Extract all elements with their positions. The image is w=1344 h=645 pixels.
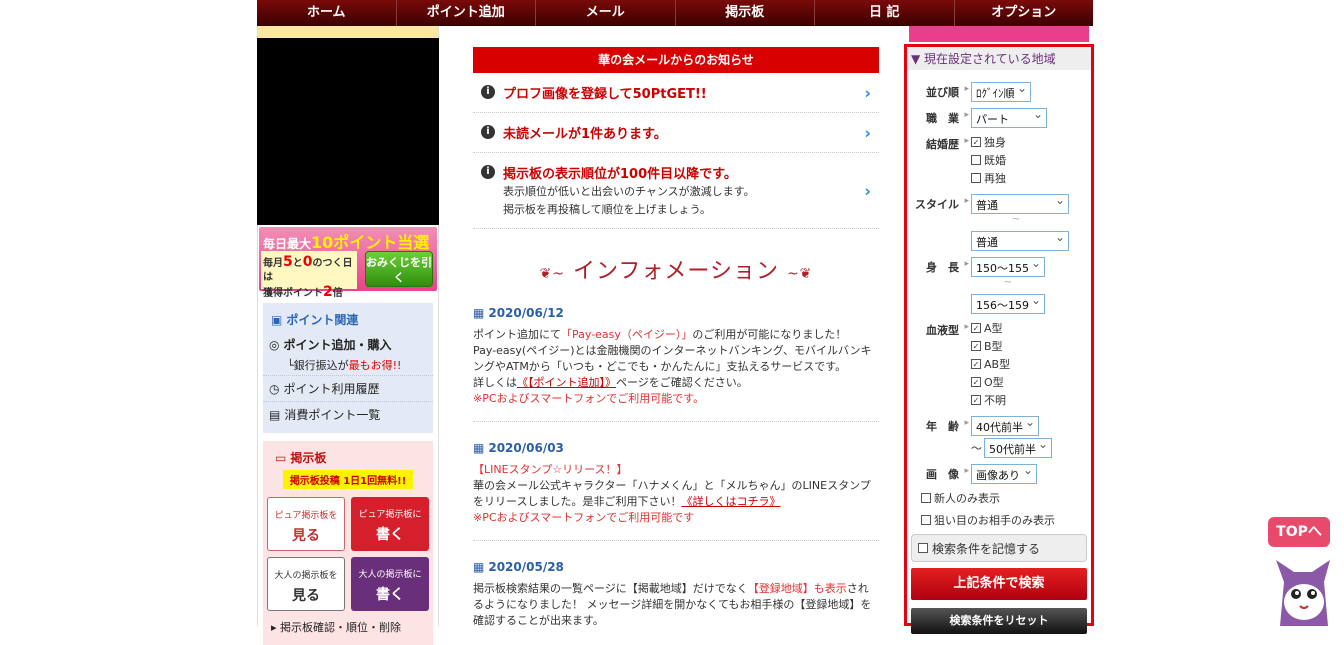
nav-mail[interactable]: メール [535,0,675,26]
blood-ab-checkbox[interactable]: ✓ AB型 [971,356,1010,372]
chevron-right-icon: › [864,83,871,102]
nav-option[interactable]: オプション [953,0,1094,26]
top-nav-bar: ホーム ポイント追加 メール 掲示板 日 記 オプション [0,0,1344,26]
news-item: ▦ 2020/06/12 ポイント追加にて「Pay-easy（ペイジー）」のご利用… [473,305,879,422]
left-sidebar: 毎日最大10ポイント当選 毎月5と0のつく日は 獲得ポイント2倍 おみくじを引く… [257,26,439,645]
bank-transfer-note: └銀行振込が最もお得!! [287,359,402,372]
blood-o-checkbox[interactable]: ✓ O型 [971,374,1010,390]
info-icon: i [481,125,495,139]
banner-headline: 毎日最大10ポイント当選 [263,233,430,252]
board-manage-link[interactable]: ▸ 掲示板確認・順位・削除 [267,615,429,639]
news-date: ▦ 2020/06/12 [473,306,564,320]
list-icon: ▤ [269,407,281,422]
mascot-cat-icon [1276,560,1330,626]
info-icon: i [481,85,495,99]
style-from-select[interactable]: 普通 [971,193,1069,214]
board-panel-title: ▭ 掲示板 [275,450,327,466]
notice-item[interactable]: i プロフ画像を登録して50PtGET!! › [473,73,879,113]
notice-text: 掲示板の表示順位が100件目以降です。 [503,167,737,182]
nav-menu: ホーム ポイント追加 メール 掲示板 日 記 オプション [257,0,1093,26]
sort-row: 並び順 ﾛｸﾞｲﾝ順 [911,81,1087,102]
pure-board-view-button[interactable]: ピュア掲示板を 見る [267,497,345,551]
banner-subtext: 毎月5と0のつく日は 獲得ポイント2倍 [261,251,357,299]
marital-row: 結婚歴 ✓独身 既婚 再独 [911,134,1087,188]
point-add-link[interactable]: 《【ポイント追加】》 [517,376,616,389]
free-post-badge: 掲示板投稿 1日1回無料!! [283,470,413,489]
adult-board-write-button[interactable]: 大人の掲示板に 書く [351,557,429,611]
board-panel: ▭ 掲示板 掲示板投稿 1日1回無料!! ピュア掲示板を 見る ピュア掲示板に 書く … [263,441,433,645]
blood-a-checkbox[interactable]: ✓ A型 [971,320,1010,336]
notice-item[interactable]: i 掲示板の表示順位が100件目以降です。 表示順位が低いと出会いのチャンスが激… [473,153,879,229]
notice-text: 未読メールが1件あります。 [503,127,667,142]
speech-bubble-icon: ▭ [275,450,287,465]
news-date: ▦ 2020/06/03 [473,441,564,455]
news-date: ▦ 2020/05/28 [473,560,564,574]
chevron-right-icon: › [864,181,871,200]
omikuji-button[interactable]: おみくじを引く [365,251,433,287]
omikuji-banner[interactable]: 毎日最大10ポイント当選 毎月5と0のつく日は 獲得ポイント2倍 おみくじを引く [259,227,437,299]
sidebar-top-strip [258,26,438,38]
notice-desc: 掲示板を再投稿して順位を上げましょう。 [503,203,712,216]
marital-divorced-checkbox[interactable]: 再独 [971,170,1006,186]
board-button-grid: ピュア掲示板を 見る ピュア掲示板に 書く 大人の掲示板を 見る 大人の掲示板に 書く [267,493,429,615]
blood-unknown-checkbox[interactable]: ✓ 不明 [971,392,1010,408]
image-select[interactable]: 画像あり [971,463,1037,484]
search-sidebar: ▼ 現在設定されている地域 並び順 ﾛｸﾞｲﾝ順 職 業 パート 結婚歴 ✓独身… [904,26,1094,634]
point-buy-link[interactable]: ◎ ポイント追加・購入 [263,332,433,357]
back-to-top-button[interactable]: TOPへ [1268,517,1330,547]
ornament-left-icon: ❦~ [539,266,566,282]
notice-header: 華の会メールからのお知らせ [473,47,879,73]
age-to-select[interactable]: 50代前半 [984,437,1052,458]
blood-row: 血液型 ✓A型 ✓B型 ✓AB型 ✓O型 ✓不明 [911,320,1087,410]
notice-desc: 表示順位が低いと出会いのチャンスが激減します。 [503,185,755,198]
style-to-select[interactable]: 普通 [971,230,1069,251]
age-from-select[interactable]: 40代前半 [971,415,1039,436]
search-button[interactable]: 上記条件で検索 [911,568,1087,600]
calendar-icon: ▦ [473,441,485,455]
calendar-icon: ▦ [473,560,485,574]
info-icon: i [481,165,495,179]
pure-board-write-button[interactable]: ピュア掲示板に 書く [351,497,429,551]
reset-button[interactable]: 検索条件をリセット [911,608,1087,634]
calendar-icon: ▦ [473,306,485,320]
news-item: ▦ 2020/05/28 掲示板検索結果の一覧ページに【掲載地域】だけでなく【登録… [473,559,879,643]
search-panel: ▼ 現在設定されている地域 並び順 ﾛｸﾞｲﾝ順 職 業 パート 結婚歴 ✓独身… [904,44,1094,634]
main-content: 華の会メールからのお知らせ i プロフ画像を登録して50PtGET!! › i … [473,26,879,627]
coin-icon: ▣ [271,312,283,327]
marital-married-checkbox[interactable]: 既婚 [971,152,1006,168]
point-panel-title: ▣ ポイント関連 [271,312,359,328]
nav-home[interactable]: ホーム [257,0,396,26]
notice-text: プロフ画像を登録して50PtGET!! [503,87,707,102]
age-row: 年 齢 40代前半 ～50代前半 [911,415,1087,458]
job-select[interactable]: パート [971,107,1047,128]
height-to-select[interactable]: 156～159 [971,293,1045,314]
job-row: 職 業 パート [911,107,1087,128]
line-stamp-link[interactable]: 《詳しくはコチラ》 [681,495,780,508]
nav-diary[interactable]: 日 記 [814,0,954,26]
region-setting-header[interactable]: ▼ 現在設定されている地域 [907,47,1091,70]
remember-conditions-checkbox[interactable]: 検索条件を記憶する [911,534,1087,562]
news-item: ▦ 2020/06/03 【LINEスタンプ☆リリース！】 華の会メール公式キャラ… [473,440,879,541]
point-history-link[interactable]: ◷ ポイント利用履歴 [263,375,433,401]
point-panel: ▣ ポイント関連 ◎ ポイント追加・購入 └銀行振込が最もお得!! ◷ ポイント利用履… [263,303,433,433]
new-only-checkbox[interactable]: 新人のみ表示 [921,490,1087,506]
image-row: 画 像 画像あり [911,463,1087,484]
nav-board[interactable]: 掲示板 [674,0,815,26]
chevron-right-icon: › [864,123,871,142]
ornament-right-icon: ~❦ [786,266,813,282]
notice-item[interactable]: i 未読メールが1件あります。 › [473,113,879,153]
sort-select[interactable]: ﾛｸﾞｲﾝ順 [971,81,1031,102]
pink-tab [909,26,1089,42]
profile-image-area [257,38,439,225]
adult-board-view-button[interactable]: 大人の掲示板を 見る [267,557,345,611]
blood-b-checkbox[interactable]: ✓ B型 [971,338,1010,354]
clock-icon: ◷ [269,381,280,396]
target-only-checkbox[interactable]: 狙い目のお相手のみ表示 [921,512,1087,528]
point-consumption-link[interactable]: ▤ 消費ポイント一覧 [263,401,433,427]
coin-stack-icon: ◎ [269,337,280,352]
nav-point-add[interactable]: ポイント追加 [395,0,536,26]
marital-single-checkbox[interactable]: ✓ 独身 [971,134,1006,150]
height-from-select[interactable]: 150～155 [971,256,1045,277]
information-heading: ❦~ インフォメーション ~❦ [539,259,813,284]
